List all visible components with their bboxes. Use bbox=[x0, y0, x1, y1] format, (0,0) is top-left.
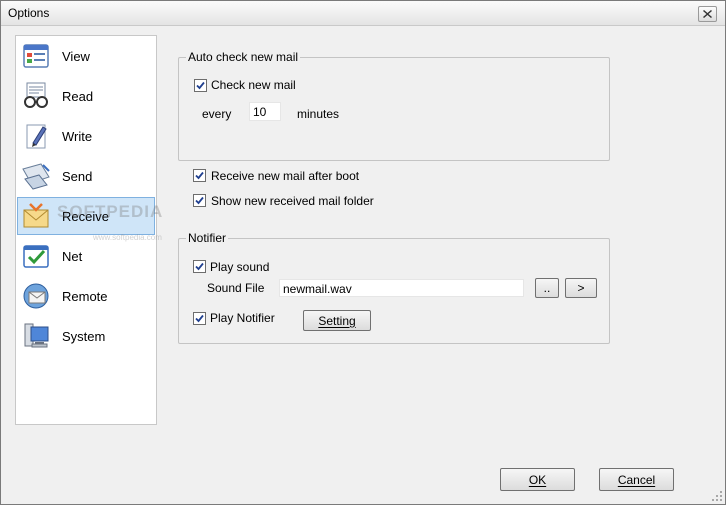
ok-button-label: OK bbox=[528, 472, 547, 487]
write-pen-icon bbox=[26, 124, 47, 149]
setting-button-label: Setting bbox=[318, 313, 356, 328]
sidebar-item-label: View bbox=[62, 49, 90, 64]
play-sound-label: Play sound bbox=[210, 260, 270, 274]
close-icon bbox=[703, 10, 712, 18]
cancel-button-label: Cancel bbox=[617, 472, 656, 487]
sidebar-item-view[interactable]: View bbox=[18, 38, 154, 74]
sidebar-item-write[interactable]: Write bbox=[18, 118, 154, 154]
play-sound-checkbox[interactable] bbox=[193, 260, 206, 273]
play-notifier-checkbox[interactable] bbox=[193, 312, 206, 325]
browse-button[interactable]: .. bbox=[535, 278, 559, 298]
receive-after-boot-label: Receive new mail after boot bbox=[211, 169, 360, 183]
checkmark-icon bbox=[195, 171, 204, 180]
close-button[interactable] bbox=[698, 6, 717, 22]
title-bar[interactable]: Options bbox=[1, 1, 725, 26]
sound-file-input[interactable]: newmail.wav bbox=[279, 279, 524, 297]
sound-file-label: Sound File bbox=[207, 281, 265, 295]
minutes-label: minutes bbox=[297, 107, 340, 121]
notifier-group: Notifier Play sound Sound File newmail.w… bbox=[178, 231, 610, 344]
notifier-legend: Notifier bbox=[186, 231, 229, 245]
sidebar-item-label: Net bbox=[62, 249, 83, 264]
net-check-icon bbox=[23, 245, 49, 268]
ok-button[interactable]: OK bbox=[500, 468, 575, 491]
sidebar-item-net[interactable]: Net bbox=[18, 238, 154, 274]
watermark: SOFTPEDIA bbox=[57, 202, 164, 221]
check-new-mail-checkbox[interactable] bbox=[194, 79, 207, 92]
send-icon bbox=[22, 163, 50, 190]
auto-check-group: Auto check new mail Check new mail every… bbox=[178, 50, 610, 161]
sidebar-item-label: System bbox=[62, 329, 106, 344]
sidebar-item-read[interactable]: Read bbox=[18, 78, 154, 114]
every-label: every bbox=[202, 107, 232, 121]
sidebar-item-label: Read bbox=[62, 89, 94, 104]
receive-envelope-icon bbox=[23, 203, 49, 228]
resize-grip-icon[interactable] bbox=[711, 490, 723, 502]
setting-button[interactable]: Setting bbox=[303, 310, 371, 331]
category-sidebar: View Read Write Send Receive Net Remote … bbox=[15, 35, 157, 425]
checkmark-icon bbox=[195, 262, 204, 271]
checkmark-icon bbox=[196, 81, 205, 90]
system-computer-icon bbox=[24, 323, 49, 348]
show-folder-checkbox[interactable] bbox=[193, 194, 206, 207]
sidebar-item-remote[interactable]: Remote bbox=[18, 278, 154, 314]
sidebar-item-send[interactable]: Send bbox=[18, 158, 154, 194]
minutes-input[interactable]: 10 bbox=[249, 102, 281, 121]
show-folder-label: Show new received mail folder bbox=[211, 194, 374, 208]
play-notifier-label: Play Notifier bbox=[210, 311, 275, 325]
options-window: Options View Read Write Send Receive Net… bbox=[0, 0, 726, 505]
sidebar-item-label: Remote bbox=[62, 289, 108, 304]
watermark-url: www.softpedia.com bbox=[93, 233, 162, 242]
view-icon bbox=[23, 44, 49, 68]
cancel-button[interactable]: Cancel bbox=[599, 468, 674, 491]
read-glasses-icon bbox=[24, 82, 48, 108]
sidebar-item-label: Send bbox=[62, 169, 93, 184]
receive-after-boot-checkbox[interactable] bbox=[193, 169, 206, 182]
check-new-mail-label: Check new mail bbox=[211, 78, 296, 92]
checkmark-icon bbox=[195, 196, 204, 205]
window-title: Options bbox=[8, 6, 50, 20]
checkmark-icon bbox=[195, 314, 204, 323]
remote-globe-mail-icon bbox=[23, 283, 49, 309]
sidebar-item-system[interactable]: System bbox=[18, 318, 154, 354]
auto-check-legend: Auto check new mail bbox=[186, 50, 301, 64]
sidebar-item-label: Write bbox=[62, 129, 93, 144]
play-sound-button[interactable]: > bbox=[565, 278, 597, 298]
